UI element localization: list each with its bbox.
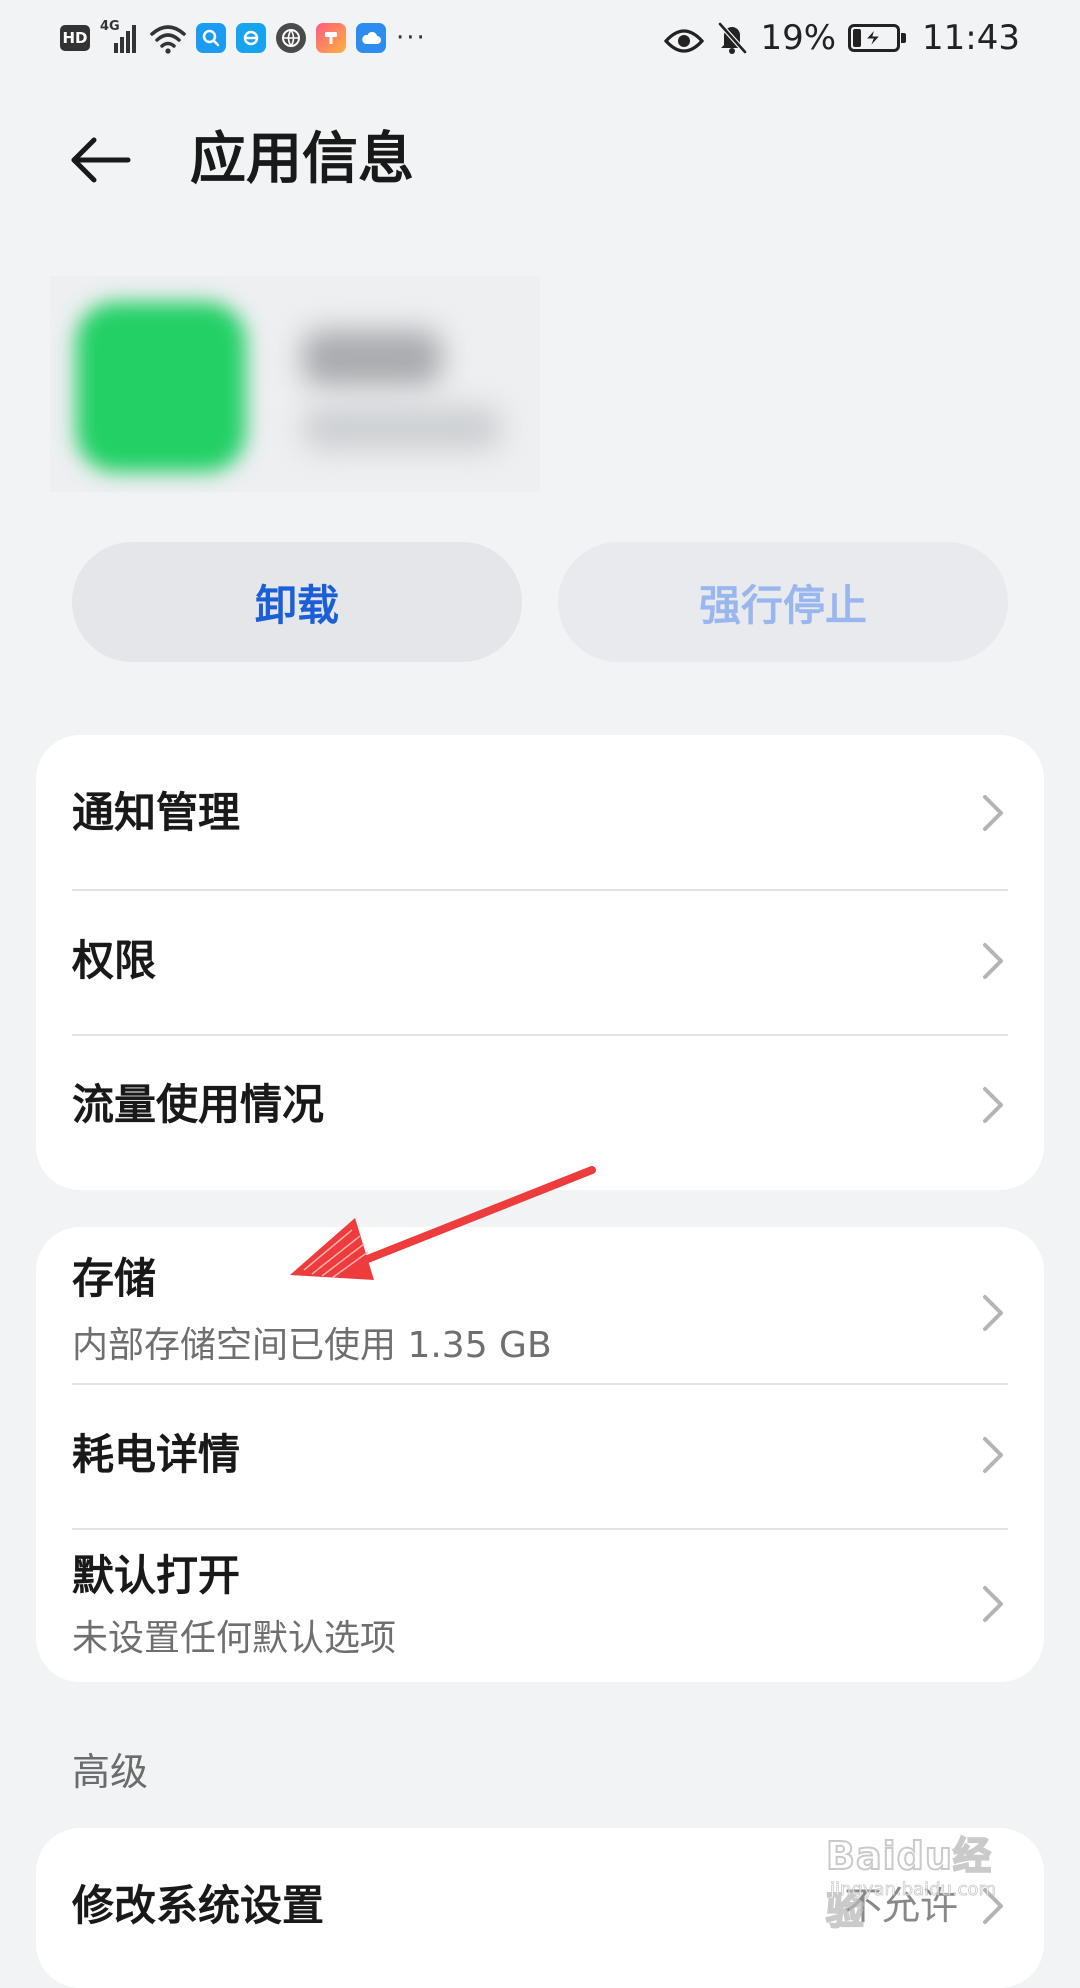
open-by-default-row[interactable]: 默认打开 未设置任何默认选项 [72, 1530, 1008, 1682]
status-bar-left: HD 4G ··· [60, 18, 427, 58]
clock-time: 11:43 [922, 18, 1020, 58]
status-bar-right: 19% 11:43 [664, 18, 1020, 58]
wifi-icon [150, 22, 186, 54]
signal-icon: 4G [100, 19, 140, 55]
app-icon [76, 302, 246, 472]
baidu-jingyan-watermark: Baidu经验 jingyan.baidu.com [825, 1815, 1026, 1934]
storage-label: 存储 [72, 1254, 157, 1303]
back-button[interactable] [64, 128, 136, 192]
battery-usage-label: 耗电详情 [72, 1430, 241, 1479]
battery-icon [848, 24, 907, 52]
notifications-row[interactable]: 通知管理 [72, 735, 1008, 891]
hd-badge: HD [60, 25, 90, 51]
battery-percent: 19% [760, 18, 837, 58]
back-arrow-icon [71, 137, 131, 183]
settings-group-general: 通知管理 权限 流量使用情况 [36, 735, 1044, 1190]
chevron-right-icon [983, 943, 1003, 979]
data-usage-label: 流量使用情况 [72, 1080, 325, 1129]
chevron-right-icon [983, 795, 1003, 831]
globe-app-icon [276, 23, 306, 53]
tools-app-icon [316, 23, 346, 53]
app-bar: 应用信息 [0, 100, 1080, 220]
mute-bell-icon [716, 21, 748, 55]
modify-system-settings-label: 修改系统设置 [72, 1881, 325, 1930]
advanced-section-label: 高级 [72, 1750, 149, 1794]
page-title: 应用信息 [190, 127, 414, 192]
watermark-url: jingyan.baidu.com [830, 1879, 997, 1901]
force-stop-button[interactable]: 强行停止 [558, 542, 1008, 662]
chevron-right-icon [983, 1586, 1003, 1622]
data-usage-row[interactable]: 流量使用情况 [72, 1036, 1008, 1190]
browser-app-icon [236, 23, 266, 53]
permissions-row[interactable]: 权限 [72, 891, 1008, 1036]
storage-row[interactable]: 存储 内部存储空间已使用 1.35 GB [72, 1227, 1008, 1385]
overflow-dots: ··· [396, 23, 427, 53]
app-version-redacted [302, 406, 502, 450]
eye-icon [664, 24, 705, 53]
open-by-default-status: 未设置任何默认选项 [72, 1618, 397, 1659]
permissions-label: 权限 [72, 936, 157, 985]
cloud-app-icon [356, 23, 386, 53]
chevron-right-icon [983, 1087, 1003, 1123]
app-info-header [50, 276, 540, 492]
settings-group-storage: 存储 内部存储空间已使用 1.35 GB 耗电详情 默认打开 未设置任何默认选项 [36, 1227, 1044, 1682]
app-name-redacted [302, 330, 442, 386]
storage-usage-text: 内部存储空间已使用 1.35 GB [72, 1325, 552, 1366]
search-app-icon [196, 23, 226, 53]
status-bar: HD 4G ··· 19% 11:43 [0, 0, 1080, 76]
chevron-right-icon [983, 1437, 1003, 1473]
uninstall-button[interactable]: 卸载 [72, 542, 522, 662]
open-by-default-label: 默认打开 [72, 1551, 241, 1600]
notifications-label: 通知管理 [72, 788, 241, 837]
battery-usage-row[interactable]: 耗电详情 [72, 1385, 1008, 1530]
chevron-right-icon [983, 1295, 1003, 1331]
